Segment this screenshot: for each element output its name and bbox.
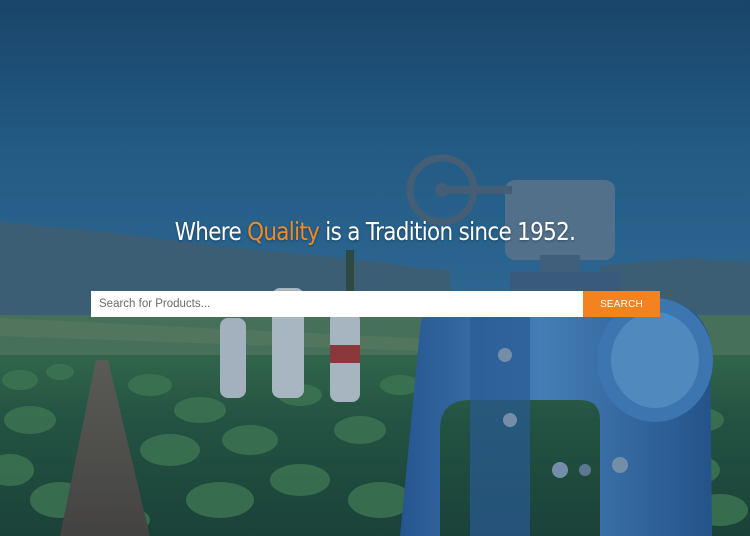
headline-text-start: Where <box>174 217 248 246</box>
headline-text-end: is a Tradition since 1952. <box>319 217 576 246</box>
product-search-input[interactable] <box>91 291 583 317</box>
product-search-form: SEARCH <box>91 291 660 317</box>
hero-section: Where Quality is a Tradition since 1952.… <box>0 0 750 536</box>
hero-overlay <box>0 0 750 536</box>
headline-accent-quality: Quality <box>247 217 320 246</box>
hero-headline: Where Quality is a Tradition since 1952. <box>53 217 698 246</box>
search-button[interactable]: SEARCH <box>583 291 660 317</box>
